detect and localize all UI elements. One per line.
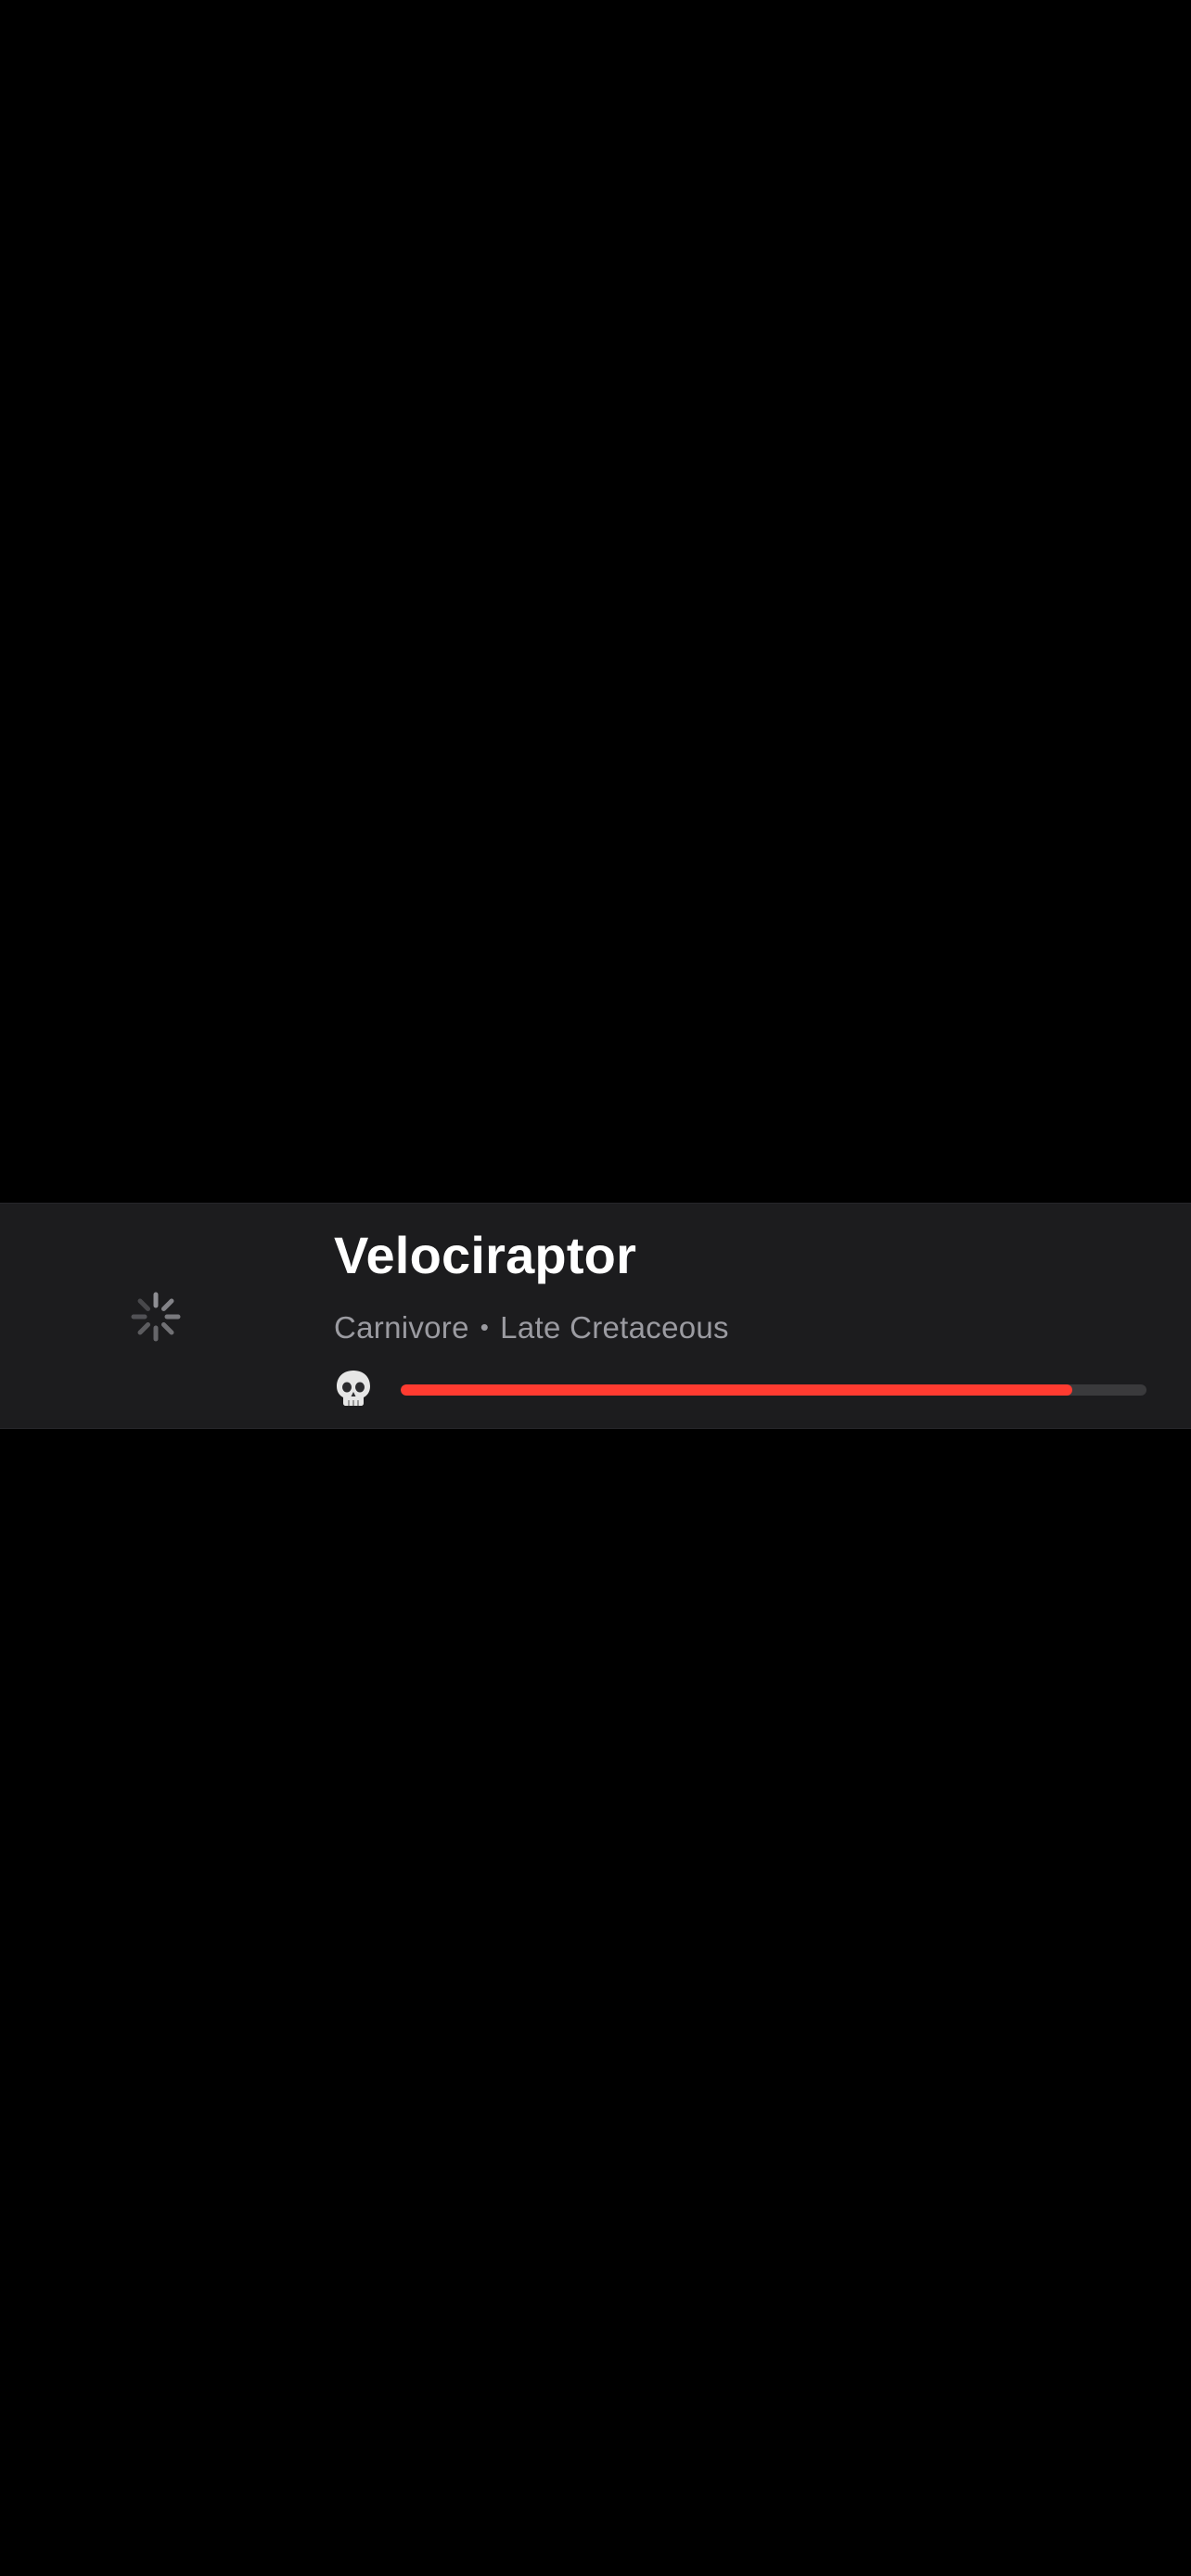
threat-meter — [334, 1369, 1146, 1409]
loading-spinner-icon — [131, 1292, 181, 1342]
separator-dot: • — [480, 1313, 490, 1341]
spinner-spoke — [160, 1321, 174, 1335]
spinner-spoke — [137, 1321, 151, 1335]
dinosaur-meta: Carnivore • Late Cretaceous — [334, 1309, 729, 1346]
spinner-spoke — [160, 1298, 174, 1312]
spinner-spoke — [137, 1298, 151, 1312]
threat-bar-track — [401, 1384, 1146, 1396]
skull-icon — [337, 1371, 370, 1406]
thumbnail — [0, 1204, 312, 1430]
dinosaur-name: Velociraptor — [334, 1226, 637, 1284]
diet-label: Carnivore — [334, 1310, 469, 1345]
dinosaur-card[interactable]: Velociraptor Carnivore • Late Cretaceous — [0, 1203, 1191, 1429]
threat-bar-fill — [401, 1384, 1072, 1396]
period-label: Late Cretaceous — [500, 1310, 729, 1345]
